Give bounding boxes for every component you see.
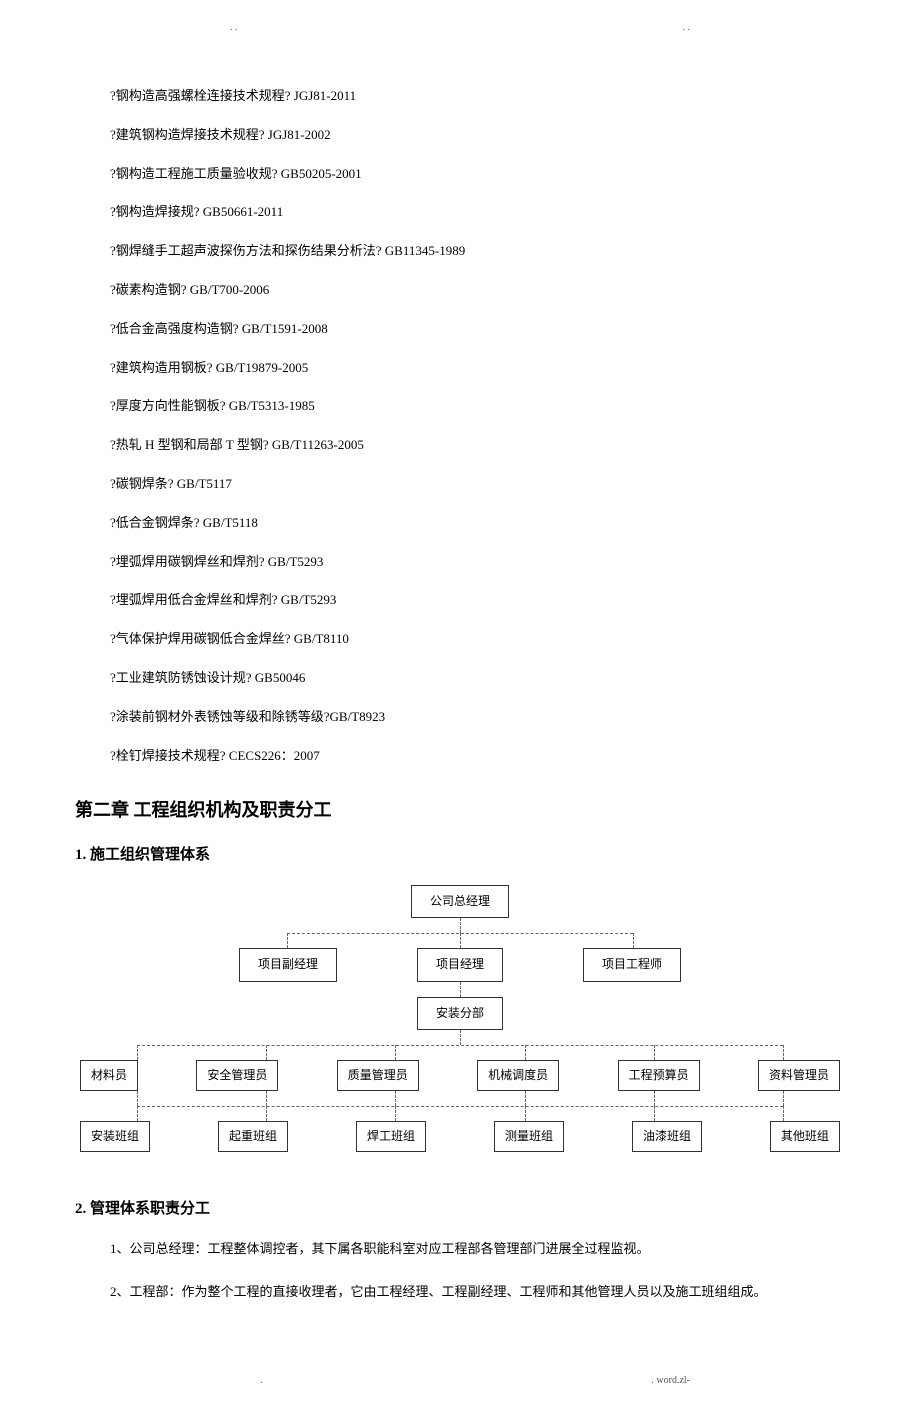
spec-item: ?碳钢焊条? GB/T5117 xyxy=(110,474,920,495)
body-paragraph-2: 2、工程部：作为整个工程的直接收理者，它由工程经理、工程副经理、工程师和其他管理… xyxy=(110,1282,860,1303)
spec-item: ?钢焊缝手工超声波探伤方法和探伤结果分析法? GB11345-1989 xyxy=(110,241,920,262)
chapter-heading: 第二章 工程组织机构及职责分工 xyxy=(75,796,920,825)
org-box-engineer: 项目工程师 xyxy=(583,948,681,981)
org-box-other-team: 其他班组 xyxy=(770,1121,840,1152)
header-dot-right: . . xyxy=(683,20,691,36)
org-box-machinery: 机械调度员 xyxy=(477,1060,559,1091)
org-chart: 公司总经理 项目副经理 项目经理 项目工程师 安装分部 材料员 安全管理员 质量… xyxy=(75,885,845,1152)
org-box-material: 材料员 xyxy=(80,1060,138,1091)
org-box-safety: 安全管理员 xyxy=(196,1060,278,1091)
spec-item: ?建筑构造用钢板? GB/T19879-2005 xyxy=(110,358,920,379)
org-box-survey-team: 测量班组 xyxy=(494,1121,564,1152)
spec-item: ?碳素构造钢? GB/T700-2006 xyxy=(110,280,920,301)
org-box-deputy-pm: 项目副经理 xyxy=(239,948,337,981)
spec-item: ?栓钉焊接技术规程? CECS226：2007 xyxy=(110,746,920,767)
specification-list: ?钢构造高强螺栓连接技术规程? JGJ81-2011 ?建筑钢构造焊接技术规程?… xyxy=(110,86,920,766)
section-heading-1: 1. 施工组织管理体系 xyxy=(75,843,920,867)
spec-item: ?低合金高强度构造钢? GB/T1591-2008 xyxy=(110,319,920,340)
body-paragraph-1: 1、公司总经理：工程整体调控者，其下属各职能科室对应工程部各管理部门进展全过程监… xyxy=(110,1239,860,1260)
spec-item: ?建筑钢构造焊接技术规程? JGJ81-2002 xyxy=(110,125,920,146)
body-text: 1、公司总经理：工程整体调控者，其下属各职能科室对应工程部各管理部门进展全过程监… xyxy=(110,1239,860,1303)
org-box-welding-team: 焊工班组 xyxy=(356,1121,426,1152)
spec-item: ?钢构造高强螺栓连接技术规程? JGJ81-2011 xyxy=(110,86,920,107)
org-box-install-team: 安装班组 xyxy=(80,1121,150,1152)
spec-item: ?厚度方向性能钢板? GB/T5313-1985 xyxy=(110,396,920,417)
spec-item: ?钢构造工程施工质量验收规? GB50205-2001 xyxy=(110,164,920,185)
org-box-pm: 项目经理 xyxy=(417,948,503,981)
org-box-paint-team: 油漆班组 xyxy=(632,1121,702,1152)
org-box-gm: 公司总经理 xyxy=(411,885,509,918)
spec-item: ?热轧 H 型钢和局部 T 型钢? GB/T11263-2005 xyxy=(110,435,920,456)
org-box-budget: 工程预算员 xyxy=(618,1060,700,1091)
footer-left: . xyxy=(260,1373,263,1389)
spec-item: ?低合金钢焊条? GB/T5118 xyxy=(110,513,920,534)
section-heading-2: 2. 管理体系职责分工 xyxy=(75,1197,920,1221)
spec-item: ?气体保护焊用碳钢低合金焊丝? GB/T8110 xyxy=(110,629,920,650)
spec-item: ?埋弧焊用碳钢焊丝和焊剂? GB/T5293 xyxy=(110,552,920,573)
spec-item: ?涂装前钢材外表锈蚀等级和除锈等级?GB/T8923 xyxy=(110,707,920,728)
spec-item: ?埋弧焊用低合金焊丝和焊剂? GB/T5293 xyxy=(110,590,920,611)
org-box-lifting-team: 起重班组 xyxy=(218,1121,288,1152)
spec-item: ?钢构造焊接规? GB50661-2011 xyxy=(110,202,920,223)
spec-item: ?工业建筑防锈蚀设计规? GB50046 xyxy=(110,668,920,689)
header-dot-left: . . xyxy=(230,20,238,36)
org-box-data: 资料管理员 xyxy=(758,1060,840,1091)
org-box-quality: 质量管理员 xyxy=(337,1060,419,1091)
footer-right: . word.zl- xyxy=(651,1373,690,1389)
org-box-install-dept: 安装分部 xyxy=(417,997,503,1030)
